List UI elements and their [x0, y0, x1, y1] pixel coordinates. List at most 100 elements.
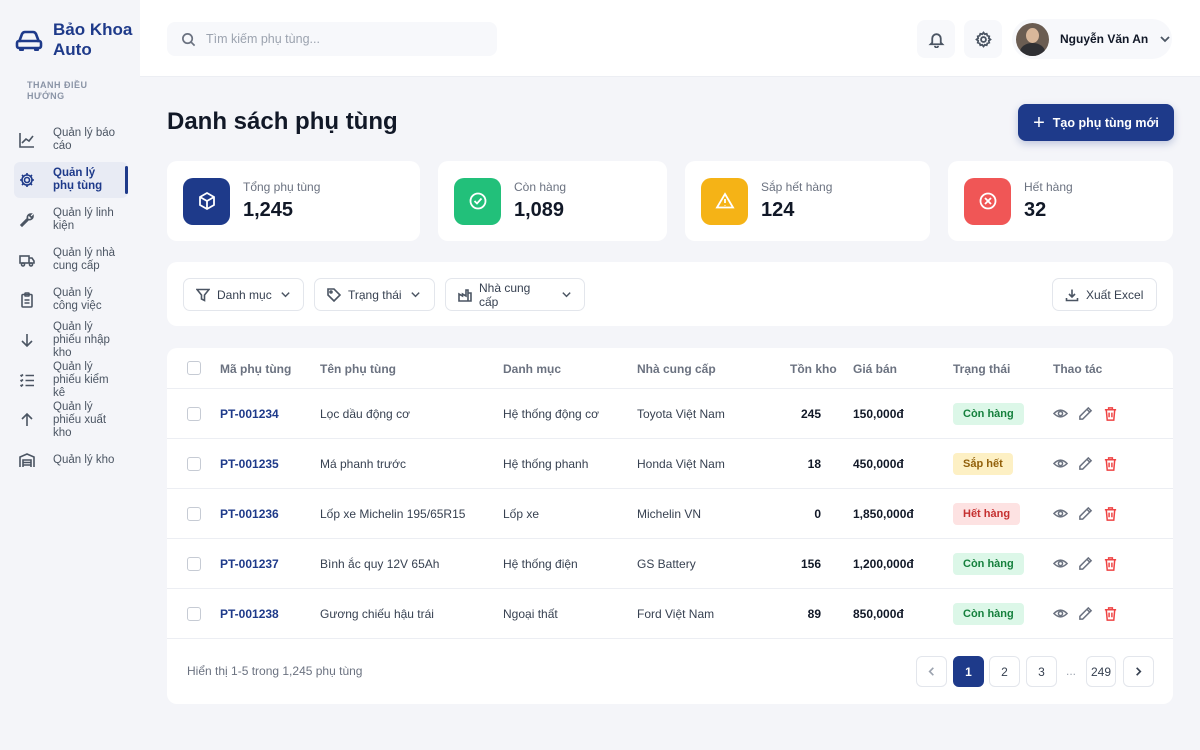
- search-input[interactable]: [206, 32, 476, 46]
- stat-label: Sắp hết hàng: [761, 180, 833, 194]
- column-header: Thao tác: [1053, 362, 1103, 376]
- row-checkbox[interactable]: [187, 607, 201, 621]
- delete-button[interactable]: [1103, 556, 1118, 571]
- edit-button[interactable]: [1078, 506, 1093, 521]
- column-header[interactable]: Mã phụ tùng: [220, 362, 291, 376]
- column-header[interactable]: Tên phụ tùng: [320, 362, 396, 376]
- truck-icon: [19, 255, 35, 267]
- trash-icon: [1104, 507, 1117, 521]
- pencil-icon: [1079, 506, 1093, 520]
- view-button[interactable]: [1052, 406, 1069, 421]
- trash-icon: [1104, 607, 1117, 621]
- sidebar-item-warehouse[interactable]: Quản lý kho: [14, 446, 128, 474]
- view-button[interactable]: [1052, 606, 1069, 621]
- gear-icon: [20, 173, 34, 187]
- table-row[interactable]: PT-001237 Bình ắc quy 12V 65Ah Hệ thống đi…: [167, 539, 1173, 589]
- part-code[interactable]: PT-001237: [220, 557, 279, 571]
- table-row[interactable]: PT-001236 Lốp xe Michelin 195/65R15 Lốp xe…: [167, 489, 1173, 539]
- next-page-button[interactable]: [1123, 656, 1154, 687]
- search-box[interactable]: [167, 22, 497, 56]
- row-checkbox[interactable]: [187, 407, 201, 421]
- view-button[interactable]: [1052, 556, 1069, 571]
- part-price: 850,000đ: [853, 607, 904, 621]
- view-button[interactable]: [1052, 456, 1069, 471]
- column-header[interactable]: Trạng thái: [953, 362, 1010, 376]
- plus-icon: +: [1033, 111, 1045, 134]
- part-category: Hệ thống điện: [503, 557, 578, 571]
- page-title: Danh sách phụ tùng: [167, 108, 398, 135]
- page-button[interactable]: 3: [1026, 656, 1057, 687]
- chevron-down-icon: [281, 292, 290, 298]
- chevron-down-icon: [1160, 36, 1170, 43]
- sidebar-item-label: Quản lý phiếu xuất kho: [53, 400, 107, 439]
- delete-button[interactable]: [1103, 506, 1118, 521]
- part-price: 1,850,000đ: [853, 507, 914, 521]
- pagination-ellipsis: ...: [1066, 664, 1077, 678]
- brand[interactable]: Bảo Khoa Auto: [14, 20, 133, 60]
- part-code[interactable]: PT-001238: [220, 607, 279, 621]
- row-checkbox[interactable]: [187, 457, 201, 471]
- column-header[interactable]: Giá bán: [853, 362, 897, 376]
- column-header[interactable]: Nhà cung cấp: [637, 362, 716, 376]
- status-filter[interactable]: Trạng thái: [314, 278, 435, 311]
- sidebar-item-suppliers[interactable]: Quản lý nhà cung cấp: [14, 240, 128, 280]
- column-header[interactable]: Danh mục: [503, 362, 561, 376]
- notifications-button[interactable]: [917, 20, 955, 58]
- row-checkbox[interactable]: [187, 557, 201, 571]
- sidebar-item-reports[interactable]: Quản lý báo cáo: [14, 126, 128, 154]
- page-button[interactable]: 249: [1086, 656, 1116, 687]
- edit-button[interactable]: [1078, 406, 1093, 421]
- stat-card-in-stock: Còn hàng 1,089: [438, 161, 667, 241]
- part-price: 450,000đ: [853, 457, 904, 471]
- sidebar-item-components[interactable]: Quản lý linh kiện: [14, 206, 128, 234]
- stat-label: Hết hàng: [1024, 180, 1073, 194]
- part-name: Má phanh trước: [320, 457, 406, 471]
- column-header[interactable]: Tồn kho: [790, 362, 837, 376]
- create-part-button[interactable]: + Tạo phụ tùng mới: [1018, 104, 1174, 141]
- part-code[interactable]: PT-001235: [220, 457, 279, 471]
- sidebar-item-label: Quản lý phiếu nhập kho: [53, 320, 110, 359]
- row-checkbox[interactable]: [187, 507, 201, 521]
- prev-page-button[interactable]: [916, 656, 947, 687]
- stat-value: 32: [1024, 199, 1047, 221]
- delete-button[interactable]: [1103, 606, 1118, 621]
- sidebar-item-label: Quản lý phiếu kiểm kê: [53, 360, 109, 399]
- part-code[interactable]: PT-001234: [220, 407, 279, 421]
- settings-button[interactable]: [964, 20, 1002, 58]
- page-button[interactable]: 1: [953, 656, 984, 687]
- part-code[interactable]: PT-001236: [220, 507, 279, 521]
- table-row[interactable]: PT-001235 Má phanh trước Hệ thống phanh Hon…: [167, 439, 1173, 489]
- sidebar-item-tasks[interactable]: Quản lý công việc: [14, 286, 128, 314]
- part-supplier: Toyota Việt Nam: [637, 407, 725, 421]
- table-row[interactable]: PT-001238 Gương chiếu hậu trái Ngoại thất F…: [167, 589, 1173, 639]
- sidebar-item-export-slips[interactable]: Quản lý phiếu xuất kho: [14, 400, 128, 440]
- stat-label: Tổng phụ tùng: [243, 180, 321, 194]
- status-badge: Sắp hết: [953, 453, 1013, 475]
- supplier-filter[interactable]: Nhà cung cấp: [445, 278, 585, 311]
- category-filter[interactable]: Danh mục: [183, 278, 304, 311]
- sidebar-item-label: Quản lý nhà cung cấp: [53, 247, 116, 272]
- sidebar-item-inventory-check[interactable]: Quản lý phiếu kiểm kê: [14, 360, 128, 400]
- page-button[interactable]: 2: [989, 656, 1020, 687]
- sidebar-item-label: Quản lý linh kiện: [53, 207, 114, 232]
- edit-button[interactable]: [1078, 606, 1093, 621]
- edit-button[interactable]: [1078, 556, 1093, 571]
- stat-label: Còn hàng: [514, 180, 567, 194]
- user-menu[interactable]: Nguyễn Văn An: [1012, 19, 1172, 59]
- create-part-label: Tạo phụ tùng mới: [1052, 115, 1159, 130]
- part-stock: 18: [807, 457, 821, 471]
- tag-icon: [327, 287, 341, 302]
- sidebar-item-label: Quản lý phụ tùng: [53, 167, 103, 192]
- sidebar-item-label: Quản lý kho: [53, 453, 115, 466]
- export-excel-button[interactable]: Xuất Excel: [1052, 278, 1157, 311]
- sidebar-item-import-slips[interactable]: Quản lý phiếu nhập kho: [14, 320, 128, 360]
- delete-button[interactable]: [1103, 406, 1118, 421]
- sidebar-item-parts[interactable]: Quản lý phụ tùng: [14, 162, 128, 198]
- edit-button[interactable]: [1078, 456, 1093, 471]
- table-row[interactable]: PT-001234 Lọc dầu động cơ Hệ thống động cơ…: [167, 389, 1173, 439]
- supplier-filter-label: Nhà cung cấp: [478, 280, 531, 309]
- select-all-checkbox[interactable]: [187, 361, 201, 375]
- car-icon: [15, 30, 43, 51]
- delete-button[interactable]: [1103, 456, 1118, 471]
- view-button[interactable]: [1052, 506, 1069, 521]
